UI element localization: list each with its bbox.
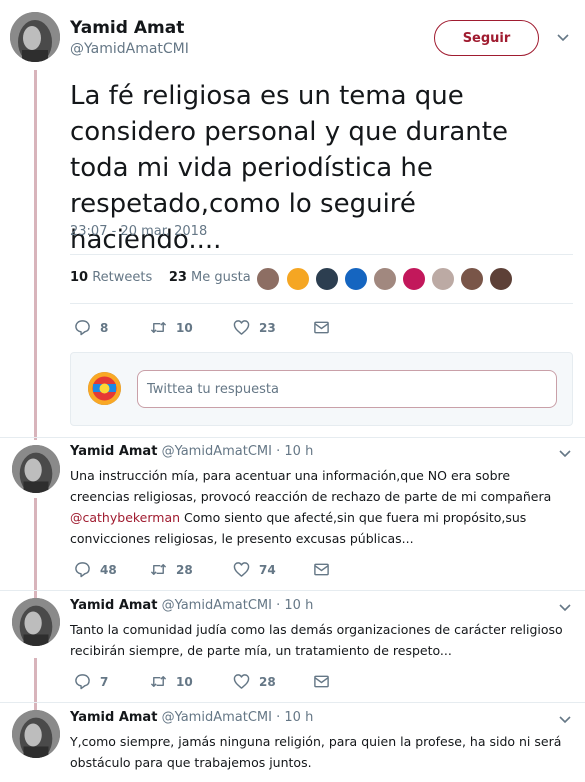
reply-count: 48 (100, 562, 117, 577)
likes-stat[interactable]: 23 Me gusta (169, 270, 251, 285)
reply-icon (75, 320, 90, 336)
like-icon (233, 562, 250, 577)
reply-action[interactable]: 48 (74, 561, 117, 578)
liker-avatar[interactable] (430, 266, 456, 292)
time-separator: · (276, 710, 281, 725)
mention-link[interactable]: @cathybekerman (70, 510, 180, 525)
liker-avatar[interactable] (314, 266, 340, 292)
reply-header: Yamid Amat @YamidAmatCMI · 10 h (70, 444, 313, 459)
like-count: 28 (259, 674, 276, 689)
reply-action[interactable]: 8 (74, 319, 108, 336)
author-name[interactable]: Yamid Amat (70, 710, 157, 725)
author-handle[interactable]: @YamidAmatCMI (162, 444, 272, 459)
retweet-action[interactable]: 10 (150, 319, 193, 336)
like-count: 74 (259, 562, 276, 577)
liker-avatar[interactable] (285, 266, 311, 292)
retweets-label: Retweets (92, 270, 153, 285)
thread-line (34, 70, 37, 440)
reply-input[interactable]: Twittea tu respuesta (137, 370, 557, 408)
reply-icon (75, 562, 90, 578)
reply-text: Y,como siempre, jamás ninguna religión, … (70, 734, 562, 770)
avatar[interactable] (12, 445, 60, 493)
author-handle[interactable]: @YamidAmatCMI (162, 598, 272, 613)
retweet-action[interactable]: 28 (150, 561, 193, 578)
avatar[interactable] (10, 12, 60, 62)
retweet-count: 28 (176, 562, 193, 577)
retweet-icon (150, 564, 167, 575)
reply-text: Una instrucción mía, para acentuar una i… (70, 465, 565, 549)
author-name[interactable]: Yamid Amat (70, 598, 157, 613)
liker-avatar[interactable] (255, 266, 281, 292)
retweet-icon (150, 676, 167, 687)
divider (70, 254, 573, 255)
chevron-down-icon[interactable] (559, 450, 571, 458)
chevron-down-icon[interactable] (559, 716, 571, 724)
author-handle[interactable]: @YamidAmatCMI (70, 41, 189, 57)
message-icon (314, 675, 329, 688)
reply-time[interactable]: 10 h (284, 598, 313, 613)
tweet-timestamp[interactable]: 23:07 - 20 mar. 2018 (70, 224, 207, 239)
separator (0, 590, 585, 591)
likes-label: Me gusta (191, 270, 251, 285)
liker-avatar[interactable] (372, 266, 398, 292)
message-action[interactable] (313, 673, 339, 690)
chevron-down-icon[interactable] (559, 604, 571, 612)
retweets-count: 10 (70, 270, 89, 285)
reply-count: 7 (100, 674, 109, 689)
message-icon (314, 321, 329, 334)
author-name[interactable]: Yamid Amat (70, 18, 184, 38)
tweet-stats: 10 Retweets 23 Me gusta (70, 270, 251, 285)
reply-time[interactable]: 10 h (284, 710, 313, 725)
thread-line (34, 498, 37, 598)
separator (0, 702, 585, 703)
likes-count: 23 (168, 270, 187, 285)
message-action[interactable] (313, 561, 339, 578)
avatar[interactable] (12, 598, 60, 646)
retweet-icon (150, 322, 167, 333)
retweet-count: 10 (176, 674, 193, 689)
message-action[interactable] (313, 319, 339, 336)
liker-avatar[interactable] (343, 266, 369, 292)
chevron-down-icon[interactable] (557, 34, 569, 42)
retweets-stat[interactable]: 10 Retweets (70, 270, 152, 285)
reply-text: Tanto la comunidad judía como las demás … (70, 622, 563, 658)
separator (0, 437, 585, 438)
liker-avatar[interactable] (459, 266, 485, 292)
reply-count: 8 (100, 320, 109, 335)
reply-composer: Twittea tu respuesta (70, 352, 573, 426)
liker-avatar[interactable] (401, 266, 427, 292)
message-icon (314, 563, 329, 576)
like-icon (233, 674, 250, 689)
like-action[interactable]: 28 (233, 673, 276, 690)
retweet-count: 10 (176, 320, 193, 335)
avatar[interactable] (12, 710, 60, 758)
like-count: 23 (259, 320, 276, 335)
avatar (88, 372, 121, 405)
retweet-action[interactable]: 10 (150, 673, 193, 690)
reply-header: Yamid Amat @YamidAmatCMI · 10 h (70, 710, 313, 725)
divider (70, 303, 573, 304)
author-name[interactable]: Yamid Amat (70, 444, 157, 459)
like-action[interactable]: 74 (233, 561, 276, 578)
liker-avatar[interactable] (488, 266, 514, 292)
like-action[interactable]: 23 (233, 319, 276, 336)
reply-icon (75, 674, 90, 690)
reply-time[interactable]: 10 h (284, 444, 313, 459)
follow-button[interactable]: Seguir (434, 20, 539, 56)
time-separator: · (276, 598, 281, 613)
like-icon (233, 320, 250, 335)
reply-action[interactable]: 7 (74, 673, 108, 690)
author-handle[interactable]: @YamidAmatCMI (162, 710, 272, 725)
time-separator: · (276, 444, 281, 459)
reply-text-part: Una instrucción mía, para acentuar una i… (70, 468, 552, 504)
reply-header: Yamid Amat @YamidAmatCMI · 10 h (70, 598, 313, 613)
